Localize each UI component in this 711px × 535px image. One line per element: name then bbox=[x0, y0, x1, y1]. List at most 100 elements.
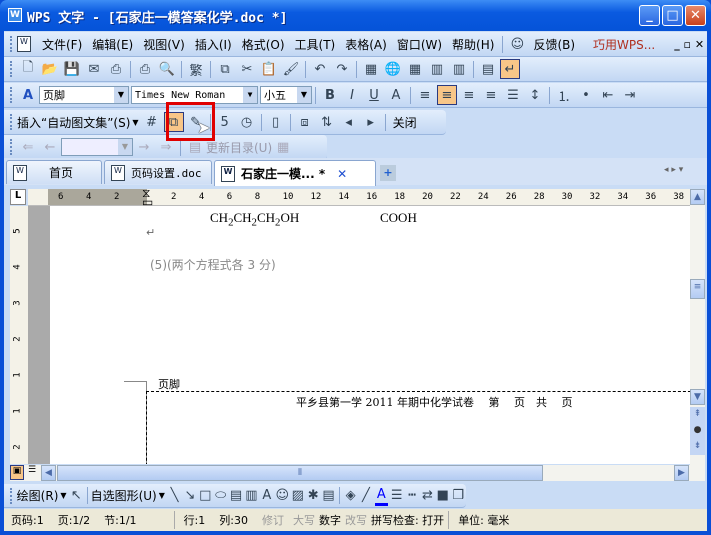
menu-item[interactable]: 视图(V) bbox=[138, 36, 190, 53]
export-pdf-icon[interactable]: ⎙ bbox=[106, 59, 126, 79]
document-icon[interactable]: W bbox=[17, 36, 31, 52]
page-view-button[interactable]: ▣ bbox=[10, 465, 24, 480]
autoshapes-button[interactable]: 自选图形(U) bbox=[91, 487, 157, 504]
italic-icon[interactable]: I bbox=[342, 85, 362, 105]
scroll-thumb[interactable]: ≡ bbox=[690, 279, 705, 299]
menu-item[interactable]: 工具(T) bbox=[290, 36, 341, 53]
show-previous-icon[interactable]: ◂ bbox=[339, 112, 359, 132]
arrow-style-icon[interactable]: ⇄ bbox=[421, 486, 434, 506]
heading-select[interactable]: ▼ bbox=[61, 138, 133, 156]
redo-icon[interactable]: ↷ bbox=[332, 59, 352, 79]
undo-icon[interactable]: ↶ bbox=[310, 59, 330, 79]
insert-table-icon[interactable]: ▦ bbox=[361, 59, 381, 79]
align-left-icon[interactable]: ≡ bbox=[415, 85, 435, 105]
maximize-button[interactable]: □ bbox=[662, 5, 683, 26]
doc-minimize-button[interactable]: _ ▫ ✕ bbox=[674, 38, 704, 51]
minimize-button[interactable]: _ bbox=[639, 5, 660, 26]
grip[interactable] bbox=[10, 36, 13, 52]
insert-time-icon[interactable]: ◷ bbox=[237, 112, 257, 132]
scroll-down-button[interactable]: ▼ bbox=[690, 389, 705, 405]
tab-scroll-buttons[interactable]: ◂ ▸ ▾ bbox=[664, 165, 683, 175]
next-icon[interactable]: → bbox=[134, 137, 154, 157]
status-caps[interactable]: 大写 bbox=[291, 512, 317, 528]
align-right-icon[interactable]: ≡ bbox=[459, 85, 479, 105]
previous-page-button[interactable]: ⇞ bbox=[690, 407, 705, 423]
menu-item[interactable]: 编辑(E) bbox=[87, 36, 138, 53]
format-painter-icon[interactable]: 🖌 bbox=[281, 59, 301, 79]
status-track-changes[interactable]: 修订 bbox=[255, 512, 291, 528]
show-marks-icon[interactable]: ↵ bbox=[500, 59, 520, 79]
menu-item[interactable]: 插入(I) bbox=[190, 36, 237, 53]
tab-home[interactable]: W 首页 bbox=[6, 160, 102, 184]
cut-icon[interactable]: ✂ bbox=[237, 59, 257, 79]
font-size-select[interactable]: 小五 ▼ bbox=[260, 86, 312, 104]
insert-date-icon[interactable]: 5 bbox=[215, 112, 235, 132]
textbox-icon[interactable]: ▤ bbox=[229, 486, 242, 506]
open-folder-icon[interactable]: 📂 bbox=[40, 59, 60, 79]
ellipse-icon[interactable]: ⬭ bbox=[214, 486, 227, 506]
browse-object-button[interactable]: ● bbox=[690, 423, 705, 439]
page-setup-icon[interactable]: ▯ bbox=[266, 112, 286, 132]
clipart-icon[interactable]: ☺ bbox=[276, 486, 290, 506]
numbering-icon[interactable]: ⒈ bbox=[554, 85, 574, 105]
new-tab-button[interactable]: + bbox=[380, 165, 396, 181]
tab-stop-selector[interactable]: L bbox=[10, 189, 26, 205]
status-overwrite[interactable]: 改写 bbox=[343, 512, 369, 528]
shadow-icon[interactable]: ■ bbox=[436, 486, 449, 506]
bold-icon[interactable]: B bbox=[320, 85, 340, 105]
tips-link[interactable]: 巧用WPS... bbox=[588, 36, 660, 53]
copy-icon[interactable]: ⧉ bbox=[215, 59, 235, 79]
menu-item[interactable]: 格式(O) bbox=[237, 36, 290, 53]
outline-view-button[interactable]: ☰ bbox=[25, 465, 39, 480]
select-objects-icon[interactable]: ↖ bbox=[70, 486, 83, 506]
underline-icon[interactable]: U bbox=[364, 85, 384, 105]
horizontal-ruler[interactable]: ⧖ ▭ 6 4 2 2 4 6 8 10 12 14 16 18 20 22 24 26 28 30 32 34 36 38 bbox=[28, 187, 690, 208]
new-doc-icon[interactable]: 🗋 bbox=[18, 59, 38, 79]
font-color-icon[interactable]: A bbox=[374, 486, 388, 506]
diagram-icon[interactable]: ✱ bbox=[306, 486, 319, 506]
line-icon[interactable]: ╲ bbox=[168, 486, 181, 506]
style-select[interactable]: 页脚 ▼ bbox=[39, 86, 129, 104]
menu-item[interactable]: 文件(F) bbox=[37, 36, 87, 53]
increase-indent-icon[interactable]: ⇥ bbox=[620, 85, 640, 105]
align-center-icon[interactable]: ≡ bbox=[437, 85, 457, 105]
table-icon[interactable]: ▦ bbox=[405, 59, 425, 79]
hyperlink-icon[interactable]: 🌐 bbox=[383, 59, 403, 79]
save-icon[interactable]: 💾 bbox=[62, 59, 82, 79]
document-page[interactable]: CH2CH2CH2OH COOH ↵ (5)(两个方程式各 3 分) 页脚 平乡… bbox=[50, 206, 690, 464]
line-spacing-icon[interactable]: ↕ bbox=[525, 85, 545, 105]
update-toc-button[interactable]: 更新目录(U) bbox=[206, 139, 272, 156]
status-unit[interactable]: 单位: 毫米 bbox=[451, 512, 516, 528]
insert-object-icon[interactable]: ▤ bbox=[322, 486, 335, 506]
picture-icon[interactable]: ▨ bbox=[291, 486, 304, 506]
decrease-indent-icon[interactable]: ⇤ bbox=[598, 85, 618, 105]
indent-marker-icon[interactable]: ⧖ ▭ bbox=[142, 187, 153, 208]
bullets-icon[interactable]: • bbox=[576, 85, 596, 105]
switch-header-footer-icon[interactable]: ⇅ bbox=[317, 112, 337, 132]
horizontal-scrollbar[interactable]: ▣ ☰ ◀ ⦀ ▶ bbox=[10, 465, 705, 481]
close-header-footer-button[interactable]: 关闭 bbox=[389, 114, 421, 131]
styles-icon[interactable]: A bbox=[18, 85, 38, 105]
vertical-scrollbar[interactable]: ▲ ≡ ▼ ⇞ ● ⇟ bbox=[690, 189, 705, 465]
menu-item[interactable]: 窗口(W) bbox=[392, 36, 447, 53]
previous-icon[interactable]: ← bbox=[40, 137, 60, 157]
show-next-icon[interactable]: ▸ bbox=[361, 112, 381, 132]
paste-icon[interactable]: 📋 bbox=[259, 59, 279, 79]
insert-page-number-icon[interactable]: # bbox=[142, 112, 162, 132]
print-icon[interactable]: ⎙ bbox=[135, 59, 155, 79]
columns-icon[interactable]: ▥ bbox=[427, 59, 447, 79]
document-map-icon[interactable]: ▤ bbox=[478, 59, 498, 79]
same-as-previous-icon[interactable]: ⧈ bbox=[295, 112, 315, 132]
horizontal-scroll-thumb[interactable]: ⦀ bbox=[57, 465, 543, 481]
justify-icon[interactable]: ≡ bbox=[481, 85, 501, 105]
arrow-icon[interactable]: ↘ bbox=[183, 486, 196, 506]
menu-item[interactable]: 表格(A) bbox=[340, 36, 392, 53]
line-style-icon[interactable]: ☰ bbox=[390, 486, 403, 506]
toc-icon[interactable]: ▦ bbox=[273, 137, 293, 157]
status-spell-check[interactable]: 拼写检查: 打开 bbox=[369, 512, 446, 528]
close-tab-icon[interactable]: ✕ bbox=[337, 167, 347, 181]
menu-feedback[interactable]: 反馈(B) bbox=[528, 36, 580, 53]
font-color-icon[interactable]: A bbox=[386, 85, 406, 105]
rectangle-icon[interactable]: □ bbox=[199, 486, 212, 506]
distributed-icon[interactable]: ☰ bbox=[503, 85, 523, 105]
